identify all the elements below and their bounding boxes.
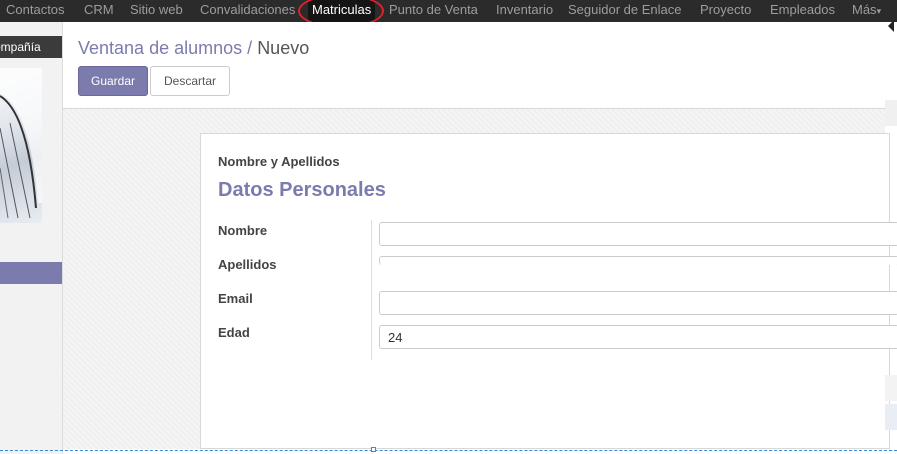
form-title: Datos Personales bbox=[218, 179, 386, 201]
nav-item-crm[interactable]: CRM bbox=[84, 0, 114, 22]
nombre-label: Nombre bbox=[218, 223, 268, 238]
nav-item-matriculas[interactable]: Matriculas bbox=[308, 0, 376, 22]
nav-item-empleados[interactable]: Empleados bbox=[770, 0, 835, 22]
selection-guide-line bbox=[0, 450, 897, 451]
chevron-down-icon: ▾ bbox=[876, 6, 882, 16]
nav-item-proyecto[interactable]: Proyecto bbox=[700, 0, 751, 22]
right-edge-panel bbox=[885, 375, 897, 401]
company-label: ompañía bbox=[0, 36, 62, 58]
edad-label: Edad bbox=[218, 325, 250, 340]
breadcrumb-current: Nuevo bbox=[257, 38, 310, 58]
form-subtitle: Nombre y Apellidos bbox=[218, 154, 340, 169]
breadcrumb: Ventana de alumnos / Nuevo bbox=[78, 38, 309, 59]
breadcrumb-parent[interactable]: Ventana de alumnos bbox=[78, 38, 242, 58]
field-divider bbox=[371, 220, 372, 360]
nav-item-mas-label: Más bbox=[852, 2, 877, 17]
apellidos-input[interactable] bbox=[379, 256, 897, 265]
top-navbar: Contactos CRM Sitio web Convalidaciones … bbox=[0, 0, 897, 22]
umbrella-image bbox=[0, 68, 42, 219]
save-button[interactable]: Guardar bbox=[78, 66, 148, 96]
nav-item-convalidaciones[interactable]: Convalidaciones bbox=[200, 0, 295, 22]
edad-input[interactable] bbox=[379, 325, 897, 349]
nav-item-mas[interactable]: Más▾ bbox=[852, 0, 881, 22]
discard-button[interactable]: Descartar bbox=[150, 66, 230, 96]
nav-item-contactos[interactable]: Contactos bbox=[6, 0, 65, 22]
nav-item-punto-de-venta[interactable]: Punto de Venta bbox=[389, 0, 478, 22]
right-edge-panel bbox=[885, 100, 897, 126]
resize-handle[interactable] bbox=[371, 447, 376, 452]
form-sheet: Nombre y Apellidos Datos Personales Nomb… bbox=[200, 133, 897, 449]
sidebar: ompañía bbox=[0, 22, 63, 454]
sidebar-item-active[interactable] bbox=[0, 262, 62, 284]
control-panel: Ventana de alumnos / Nuevo Guardar Desca… bbox=[63, 22, 885, 109]
right-edge-panel bbox=[885, 404, 897, 430]
nav-item-inventario[interactable]: Inventario bbox=[496, 0, 553, 22]
company-logo bbox=[0, 68, 42, 223]
email-input[interactable] bbox=[379, 291, 897, 315]
nombre-input[interactable] bbox=[379, 222, 897, 246]
nav-item-seguidor-de-enlace[interactable]: Seguidor de Enlace bbox=[568, 0, 681, 22]
breadcrumb-separator: / bbox=[247, 38, 253, 58]
nav-item-sitio-web[interactable]: Sitio web bbox=[130, 0, 183, 22]
collapse-arrow-icon[interactable] bbox=[888, 20, 894, 32]
apellidos-label: Apellidos bbox=[218, 257, 277, 272]
email-label: Email bbox=[218, 291, 253, 306]
